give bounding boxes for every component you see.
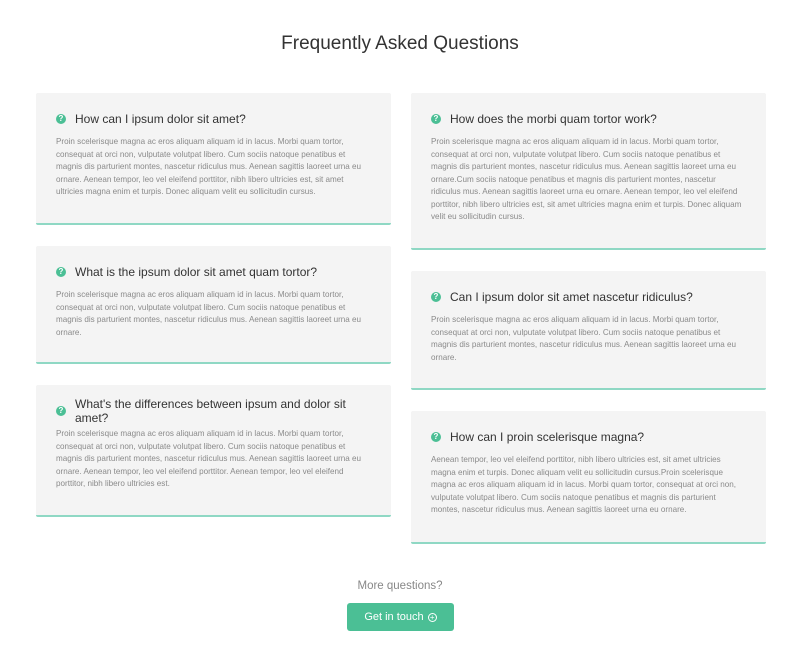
faq-column-right: ? How does the morbi quam tortor work? P… — [411, 93, 766, 565]
faq-answer: Proin scelerisque magna ac eros aliquam … — [56, 137, 362, 196]
faq-answer: Proin scelerisque magna ac eros aliquam … — [56, 429, 362, 488]
faq-card: ? Can I ipsum dolor sit amet nascetur ri… — [411, 271, 766, 390]
faq-card: ? How can I proin scelerisque magna? Aen… — [411, 411, 766, 544]
faq-question: How does the morbi quam tortor work? — [450, 112, 657, 126]
faq-card: ? How can I ipsum dolor sit amet? Proin … — [36, 93, 391, 225]
question-icon: ? — [56, 406, 66, 416]
faq-question: How can I proin scelerisque magna? — [450, 430, 645, 444]
faq-question-row: ? How does the morbi quam tortor work? — [431, 111, 748, 127]
faq-column-left: ? How can I ipsum dolor sit amet? Proin … — [36, 93, 391, 538]
faq-question-row: ? How can I proin scelerisque magna? — [431, 429, 748, 445]
question-icon: ? — [431, 292, 441, 302]
more-questions-text: More questions? — [357, 580, 443, 592]
get-in-touch-button[interactable]: Get in touch + — [347, 603, 454, 631]
faq-question: What's the differences between ipsum and… — [75, 397, 346, 425]
faq-question: Can I ipsum dolor sit amet nascetur ridi… — [450, 290, 693, 304]
faq-answer: Proin scelerisque magna ac eros aliquam … — [431, 137, 742, 221]
question-icon: ? — [56, 114, 66, 124]
faq-answer: Proin scelerisque magna ac eros aliquam … — [431, 315, 737, 362]
faq-question-row: ? Can I ipsum dolor sit amet nascetur ri… — [431, 289, 748, 305]
faq-question-row: ? What's the differences between ipsum a… — [56, 397, 373, 425]
faq-question-row: ? What is the ipsum dolor sit amet quam … — [56, 264, 373, 280]
page-title: Frequently Asked Questions — [281, 33, 519, 54]
faq-card: ? What's the differences between ipsum a… — [36, 385, 391, 517]
plus-circle-icon: + — [427, 612, 437, 622]
faq-question-row: ? How can I ipsum dolor sit amet? — [56, 111, 373, 127]
faq-answer: Aenean tempor, leo vel eleifend porttito… — [431, 455, 737, 514]
question-icon: ? — [56, 267, 66, 277]
get-in-touch-label: Get in touch — [364, 611, 424, 623]
question-icon: ? — [431, 114, 441, 124]
question-icon: ? — [431, 432, 441, 442]
faq-answer: Proin scelerisque magna ac eros aliquam … — [56, 290, 362, 337]
faq-card: ? What is the ipsum dolor sit amet quam … — [36, 246, 391, 364]
faq-card: ? How does the morbi quam tortor work? P… — [411, 93, 766, 250]
faq-question: What is the ipsum dolor sit amet quam to… — [75, 265, 318, 279]
faq-question: How can I ipsum dolor sit amet? — [75, 112, 246, 126]
